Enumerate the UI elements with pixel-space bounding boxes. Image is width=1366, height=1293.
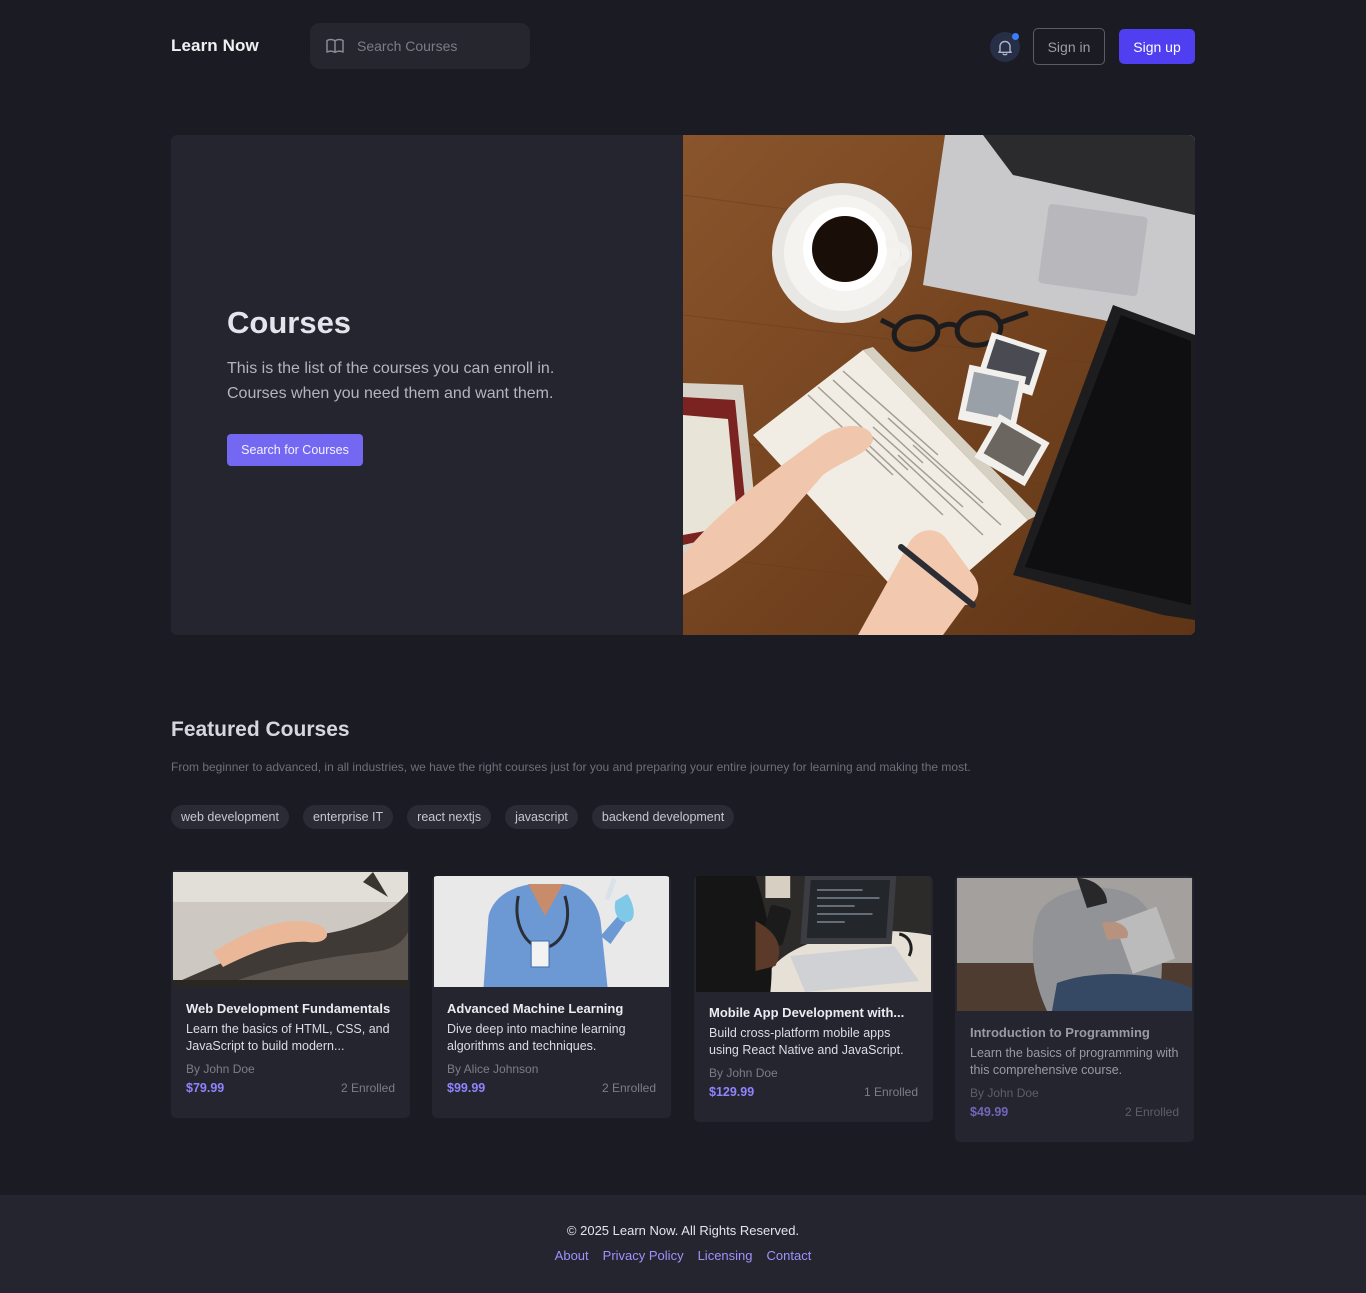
hero-image (683, 135, 1195, 635)
tag-web-development[interactable]: web development (171, 805, 289, 829)
course-price: $79.99 (186, 1081, 225, 1095)
footer-links: About Privacy Policy Licensing Contact (0, 1248, 1366, 1263)
course-description: Dive deep into machine learning algorith… (447, 1022, 626, 1053)
course-author: By John Doe (970, 1086, 1039, 1100)
course-author: By John Doe (709, 1066, 778, 1080)
course-card[interactable]: Web Development Fundamentals Learn the b… (171, 870, 410, 1118)
course-title[interactable]: Web Development Fundamentals (186, 1001, 395, 1016)
course-enrolled-count: 1 Enrolled (863, 1085, 918, 1099)
tag-enterprise-it[interactable]: enterprise IT (302, 805, 394, 829)
course-card[interactable]: Mobile App Development with... Build cro… (694, 876, 933, 1122)
course-image (957, 878, 1192, 1011)
course-enrolled-count: 2 Enrolled (601, 1081, 656, 1095)
course-card-body: Web Development Fundamentals Learn the b… (186, 1001, 395, 1095)
course-enrolled-count: 2 Enrolled (1124, 1105, 1179, 1119)
footer-link-contact[interactable]: Contact (767, 1248, 812, 1263)
course-price: $49.99 (970, 1105, 1009, 1119)
notification-badge (1012, 33, 1019, 40)
course-image (173, 872, 408, 987)
footer-link-privacy-policy[interactable]: Privacy Policy (603, 1248, 684, 1263)
course-title[interactable]: Mobile App Development with... (709, 1005, 918, 1020)
footer: © 2025 Learn Now. All Rights Reserved. A… (0, 1195, 1366, 1293)
footer-link-licensing[interactable]: Licensing (698, 1248, 753, 1263)
hero-banner: Courses This is the list of the courses … (171, 135, 1195, 635)
course-description: Learn the basics of programming with thi… (970, 1046, 1179, 1077)
tag-list: web development enterprise IT react next… (171, 805, 735, 829)
tag-backend-development[interactable]: backend development (591, 805, 735, 829)
course-card[interactable]: Introduction to Programming Learn the ba… (955, 876, 1194, 1142)
course-card-body: Advanced Machine Learning Dive deep into… (447, 1001, 656, 1095)
course-author: By John Doe (186, 1062, 255, 1076)
bell-icon (998, 40, 1012, 55)
course-meta: $49.99 2 Enrolled (970, 1105, 1179, 1119)
hero-subtitle: This is the list of the courses you can … (227, 360, 555, 402)
course-title[interactable]: Introduction to Programming (970, 1025, 1179, 1040)
notifications-button[interactable] (990, 32, 1020, 62)
course-card[interactable]: Advanced Machine Learning Dive deep into… (432, 876, 671, 1118)
course-meta: $129.99 1 Enrolled (709, 1085, 918, 1099)
brand-logo[interactable]: Learn Now (171, 36, 259, 56)
tag-react-nextjs[interactable]: react nextjs (407, 805, 492, 829)
course-meta: $99.99 2 Enrolled (447, 1081, 656, 1095)
featured-title: Featured Courses (171, 718, 350, 741)
course-author: By Alice Johnson (447, 1062, 539, 1076)
course-image (434, 876, 669, 987)
featured-subtitle: From beginner to advanced, in all indust… (171, 760, 971, 774)
search-bar[interactable] (310, 23, 530, 69)
hero-text: Courses This is the list of the courses … (227, 305, 647, 466)
course-description: Learn the basics of HTML, CSS, and JavaS… (186, 1022, 390, 1053)
course-meta: $79.99 2 Enrolled (186, 1081, 395, 1095)
sign-in-button[interactable]: Sign in (1033, 28, 1105, 65)
course-price: $129.99 (709, 1085, 755, 1099)
footer-link-about[interactable]: About (555, 1248, 589, 1263)
tag-javascript[interactable]: javascript (505, 805, 578, 829)
course-image (696, 876, 931, 992)
course-card-body: Introduction to Programming Learn the ba… (970, 1025, 1179, 1119)
course-title[interactable]: Advanced Machine Learning (447, 1001, 656, 1016)
course-enrolled-count: 2 Enrolled (340, 1081, 395, 1095)
top-navbar: Learn Now Sign in Sign up (171, 23, 1195, 69)
hero-title: Courses (227, 305, 352, 340)
course-description: Build cross-platform mobile apps using R… (709, 1026, 904, 1057)
search-input[interactable] (357, 38, 517, 54)
copyright-text: © 2025 Learn Now. All Rights Reserved. (566, 1223, 800, 1238)
course-price: $99.99 (447, 1081, 486, 1095)
book-open-icon (326, 38, 344, 54)
course-card-body: Mobile App Development with... Build cro… (709, 1005, 918, 1099)
sign-up-button[interactable]: Sign up (1119, 29, 1195, 64)
search-courses-button[interactable]: Search for Courses (227, 434, 363, 466)
